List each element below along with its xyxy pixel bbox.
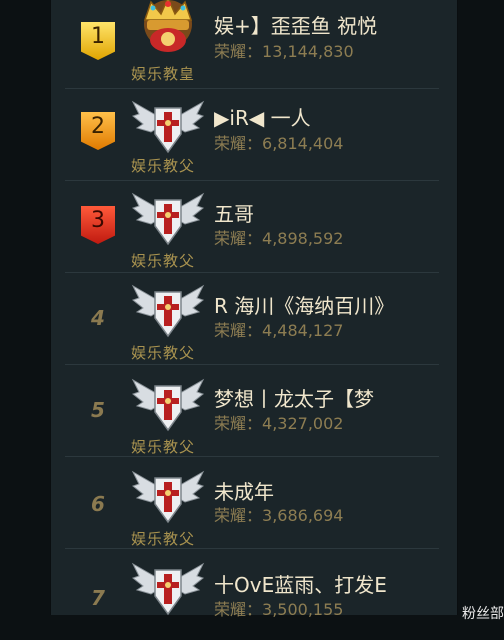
rank-title: 娱乐教父 xyxy=(131,438,196,456)
winged-cross-icon xyxy=(131,562,205,616)
rank-title: 娱乐教父 xyxy=(131,252,196,270)
row-divider xyxy=(65,88,439,89)
winged-cross-icon xyxy=(131,192,205,246)
rank-title: 娱乐教皇 xyxy=(131,65,196,83)
row-divider xyxy=(65,180,439,181)
leaderboard-row[interactable]: 7 十OvE蓝雨、打发E 荣耀：3,500,155 xyxy=(51,548,457,640)
player-name: 娱+】歪歪鱼 祝悦 xyxy=(214,14,378,38)
player-name: 梦想丨龙太子【梦 xyxy=(214,387,374,411)
player-name: R 海川《海纳百川》 xyxy=(214,294,395,318)
row-divider xyxy=(65,272,439,273)
leaderboard-row[interactable]: 6 娱乐教父 未成年 荣耀：3,686,694 xyxy=(51,456,457,548)
leaderboard-panel: 1 娱乐教皇 娱+】歪歪鱼 祝悦 荣耀：13,144,830 2 娱乐教父 ▶i… xyxy=(50,0,458,619)
rank-title: 娱乐教父 xyxy=(131,344,196,362)
leaderboard-row[interactable]: 4 娱乐教父 R 海川《海纳百川》 荣耀：4,484,127 xyxy=(51,272,457,364)
row-divider xyxy=(65,364,439,365)
player-name: 未成年 xyxy=(214,480,274,504)
rank-number: 4 xyxy=(91,306,105,330)
honor-score: 荣耀：3,686,694 xyxy=(214,506,344,525)
leaderboard-row[interactable]: 3 娱乐教父 五哥 荣耀：4,898,592 xyxy=(51,180,457,272)
player-name: 五哥 xyxy=(214,202,254,226)
honor-score: 荣耀：4,484,127 xyxy=(214,321,344,340)
row-divider xyxy=(65,456,439,457)
honor-score: 荣耀：4,327,002 xyxy=(214,414,344,433)
rank-number: 6 xyxy=(91,492,105,516)
rank-number: 7 xyxy=(91,586,105,610)
honor-score: 荣耀：6,814,404 xyxy=(214,134,344,153)
rank-number: 5 xyxy=(91,398,105,422)
honor-score: 荣耀：3,500,155 xyxy=(214,600,344,619)
rank-badge-gold: 1 xyxy=(81,22,115,60)
rank-title: 娱乐教父 xyxy=(131,157,196,175)
row-divider xyxy=(65,548,439,549)
player-name: ▶iR◀ 一人 xyxy=(214,106,311,130)
winged-cross-icon xyxy=(131,378,205,432)
rank-badge-orange: 2 xyxy=(81,112,115,150)
rank-badge-red: 3 xyxy=(81,206,115,244)
leaderboard-row[interactable]: 2 娱乐教父 ▶iR◀ 一人 荣耀：6,814,404 xyxy=(51,88,457,180)
honor-score: 荣耀：13,144,830 xyxy=(214,42,354,61)
player-name: 十OvE蓝雨、打发E xyxy=(214,573,387,597)
corner-watermark-text: 粉丝部 xyxy=(462,606,504,622)
honor-score: 荣耀：4,898,592 xyxy=(214,229,344,248)
winged-cross-icon xyxy=(131,100,205,154)
rank-title: 娱乐教父 xyxy=(131,530,196,548)
crown-icon xyxy=(143,0,193,52)
winged-cross-icon xyxy=(131,284,205,338)
leaderboard-row[interactable]: 5 娱乐教父 梦想丨龙太子【梦 荣耀：4,327,002 xyxy=(51,364,457,456)
winged-cross-icon xyxy=(131,470,205,524)
leaderboard-row[interactable]: 1 娱乐教皇 娱+】歪歪鱼 祝悦 荣耀：13,144,830 xyxy=(51,0,457,88)
